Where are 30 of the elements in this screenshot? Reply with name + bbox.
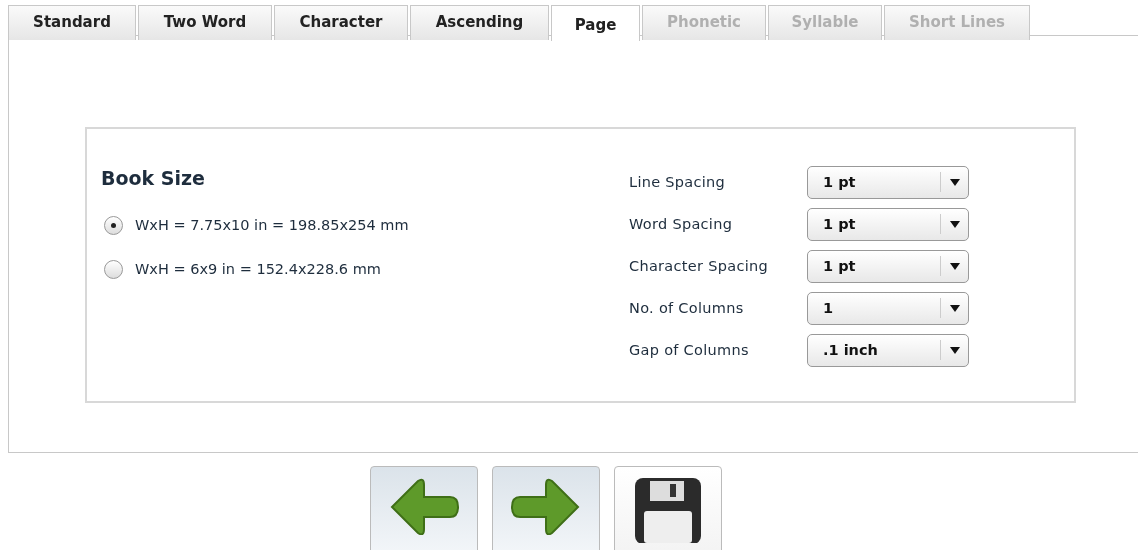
tab[interactable]: Standard xyxy=(8,5,136,40)
caret-icon xyxy=(950,262,960,270)
dropdown[interactable]: 1 pt xyxy=(807,165,969,199)
radio-label: WxH = 7.75x10 in = 198.85x254 mm xyxy=(135,217,409,233)
dropdown[interactable]: 1 pt xyxy=(807,207,969,241)
setting-label: Line Spacing xyxy=(629,174,727,190)
caret-icon xyxy=(950,178,960,186)
tab[interactable]: Ascending xyxy=(410,5,549,40)
caret-icon xyxy=(950,304,960,312)
tab[interactable]: Page xyxy=(551,5,640,41)
radio-button[interactable] xyxy=(104,259,123,279)
forward-button[interactable] xyxy=(492,466,600,550)
section-title: Book Size xyxy=(101,167,206,189)
save-button[interactable] xyxy=(614,466,722,550)
dropdown[interactable]: .1 inch xyxy=(807,333,969,367)
caret-icon xyxy=(950,346,960,354)
tab[interactable]: Character xyxy=(274,5,408,40)
back-button[interactable] xyxy=(370,466,478,550)
setting-label: Character Spacing xyxy=(629,258,769,274)
caret-icon xyxy=(950,220,960,228)
dropdown[interactable]: 1 pt xyxy=(807,249,969,283)
setting-label: No. of Columns xyxy=(629,300,745,316)
setting-label: Gap of Columns xyxy=(629,342,750,358)
dropdown[interactable]: 1 xyxy=(807,291,969,325)
left-arrow-icon xyxy=(388,477,460,535)
tab[interactable]: Two Word xyxy=(138,5,272,40)
right-arrow-icon xyxy=(510,477,582,535)
radio-label: WxH = 6x9 in = 152.4x228.6 mm xyxy=(135,261,381,277)
setting-label: Word Spacing xyxy=(629,216,734,232)
radio-button[interactable] xyxy=(104,215,123,235)
